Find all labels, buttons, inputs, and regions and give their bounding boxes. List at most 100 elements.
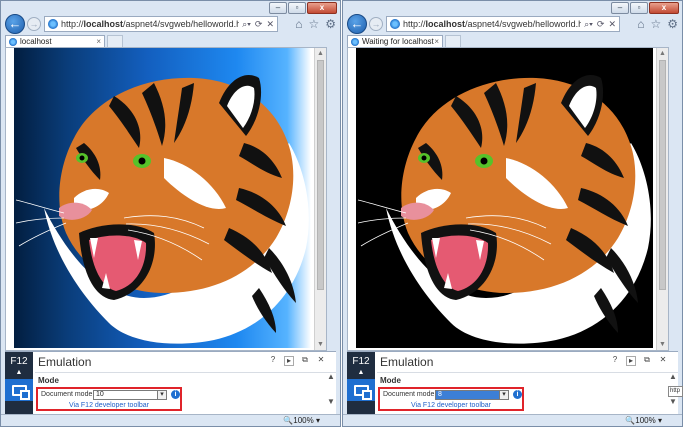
maximize-button[interactable]: ▫ [288,2,306,14]
status-bar: 🔍100% ▾ [343,414,682,426]
divider [377,372,678,373]
scroll-thumb[interactable] [659,60,666,290]
devtools-scrollbar[interactable]: ▲ ▼ [326,372,336,415]
scroll-up-arrow-icon[interactable]: ▲ [668,372,678,381]
search-dropdown-icon[interactable]: ⌕▾ [242,19,251,30]
refresh-icon[interactable]: ⟳ [255,19,263,30]
undock-icon[interactable]: ▸ [284,356,294,366]
devtools-close-icon[interactable]: ✕ [658,356,668,366]
f12-devtools-panel: F12 ▲ Emulation ? ▸ ⧉ ✕ Mode Document mo… [5,351,336,415]
highlight-box: Document mode 8 ▾ i Via F12 developer to… [378,387,524,411]
undock-icon[interactable]: ▸ [626,356,636,366]
address-url[interactable]: http://localhost/aspnet4/svgweb/hellowor… [61,19,239,29]
vertical-scrollbar[interactable]: ▲ ▼ [314,48,326,350]
home-icon[interactable]: ⌂ [295,17,302,31]
divider [35,372,336,373]
forward-arrow-icon[interactable]: → [27,17,41,31]
ie-favicon-icon [390,19,400,29]
scroll-down-arrow-icon[interactable]: ▼ [659,341,666,348]
restore-icon[interactable]: ⧉ [300,356,310,366]
new-tab-button[interactable] [107,35,123,47]
info-icon[interactable]: i [171,390,180,399]
toolbar-icons: ⌂ ☆ ⚙ [637,17,678,31]
highlight-box: Document mode 10 ▾ i Via F12 developer t… [36,387,182,411]
help-icon[interactable]: ? [268,356,278,366]
emulation-tool-button[interactable] [347,379,375,401]
settings-gear-icon[interactable]: ⚙ [325,17,336,31]
collapse-up-icon[interactable]: ▲ [5,369,33,376]
search-dropdown-icon[interactable]: ⌕▾ [584,19,593,30]
home-icon[interactable]: ⌂ [637,17,644,31]
tab-favicon-icon [9,37,17,46]
close-button[interactable]: x [307,2,337,14]
scroll-thumb[interactable] [317,60,324,290]
panel-title: Emulation [38,355,92,369]
window-controls: – ▫ x [611,2,679,14]
tab-title: Waiting for localhost [362,37,434,46]
page-content: ▲ ▼ [347,47,669,351]
back-arrow-icon[interactable]: ← [5,14,25,34]
zoom-level[interactable]: 🔍100% ▾ [625,416,662,425]
f12-sidebar: F12 ▲ [347,352,375,415]
f12-sidebar: F12 ▲ [5,352,33,415]
info-icon[interactable]: i [513,390,522,399]
tiger-svg-image [15,74,310,345]
help-icon[interactable]: ? [610,356,620,366]
panel-title: Emulation [380,355,434,369]
tab-title: localhost [20,37,52,46]
close-button[interactable]: x [649,2,679,14]
zoom-level[interactable]: 🔍100% ▾ [283,416,320,425]
tab-waiting-localhost[interactable]: Waiting for localhost × [347,35,443,47]
chevron-down-icon[interactable]: ▾ [157,391,166,399]
scroll-down-arrow-icon[interactable]: ▼ [326,397,336,406]
tab-favicon-icon [351,37,359,46]
address-bar[interactable]: http://localhost/aspnet4/svgweb/hellowor… [44,16,278,32]
address-bar[interactable]: http://localhost/aspnet4/svgweb/hellowor… [386,16,620,32]
collapse-up-icon[interactable]: ▲ [347,369,375,376]
address-buttons: ⌕▾ ⟳ ✕ [584,19,616,30]
maximize-button[interactable]: ▫ [630,2,648,14]
minimize-button[interactable]: – [269,2,287,14]
stop-icon[interactable]: ✕ [608,19,616,30]
scroll-up-arrow-icon[interactable]: ▲ [326,372,336,381]
toolbar-icons: ⌂ ☆ ⚙ [295,17,336,31]
document-mode-label: Document mode [383,391,435,398]
emulation-icon [11,384,30,400]
settings-gear-icon[interactable]: ⚙ [667,17,678,31]
ie-favicon-icon [48,19,58,29]
scroll-up-arrow-icon[interactable]: ▲ [659,50,666,57]
restore-icon[interactable]: ⧉ [642,356,652,366]
back-arrow-icon[interactable]: ← [347,14,367,34]
page-content: ▲ ▼ [5,47,327,351]
new-tab-button[interactable] [445,35,461,47]
address-buttons: ⌕▾ ⟳ ✕ [242,19,274,30]
scroll-down-arrow-icon[interactable]: ▼ [317,341,324,348]
chevron-down-icon[interactable]: ▾ [499,391,508,399]
minimize-button[interactable]: – [611,2,629,14]
favorites-star-icon[interactable]: ☆ [650,17,661,31]
tab-bar: localhost × [5,35,336,47]
emulation-icon [353,384,372,400]
tab-localhost[interactable]: localhost × [5,35,105,47]
tab-bar: Waiting for localhost × [347,35,678,47]
tab-close-icon[interactable]: × [96,37,101,46]
document-mode-select[interactable]: 10 ▾ [93,390,167,400]
browser-window-right: – ▫ x ← → http://localhost/aspnet4/svgwe… [342,0,683,427]
forward-arrow-icon[interactable]: → [369,17,383,31]
f12-toolbar-link[interactable]: Via F12 developer toolbar [380,402,522,409]
document-mode-select[interactable]: 8 ▾ [435,390,509,400]
vertical-scrollbar[interactable]: ▲ ▼ [656,48,668,350]
f12-devtools-panel: F12 ▲ Emulation ? ▸ ⧉ ✕ Mode Document mo… [347,351,678,415]
f12-toolbar-link[interactable]: Via F12 developer toolbar [38,402,180,409]
document-mode-value: 10 [96,391,104,398]
f12-label: F12 [352,356,370,367]
emulation-tool-button[interactable] [5,379,33,401]
favorites-star-icon[interactable]: ☆ [308,17,319,31]
tab-close-icon[interactable]: × [434,37,439,46]
scroll-up-arrow-icon[interactable]: ▲ [317,50,324,57]
scroll-down-arrow-icon[interactable]: ▼ [668,397,678,406]
devtools-close-icon[interactable]: ✕ [316,356,326,366]
stop-icon[interactable]: ✕ [266,19,274,30]
refresh-icon[interactable]: ⟳ [597,19,605,30]
address-url[interactable]: http://localhost/aspnet4/svgweb/hellowor… [403,19,581,29]
